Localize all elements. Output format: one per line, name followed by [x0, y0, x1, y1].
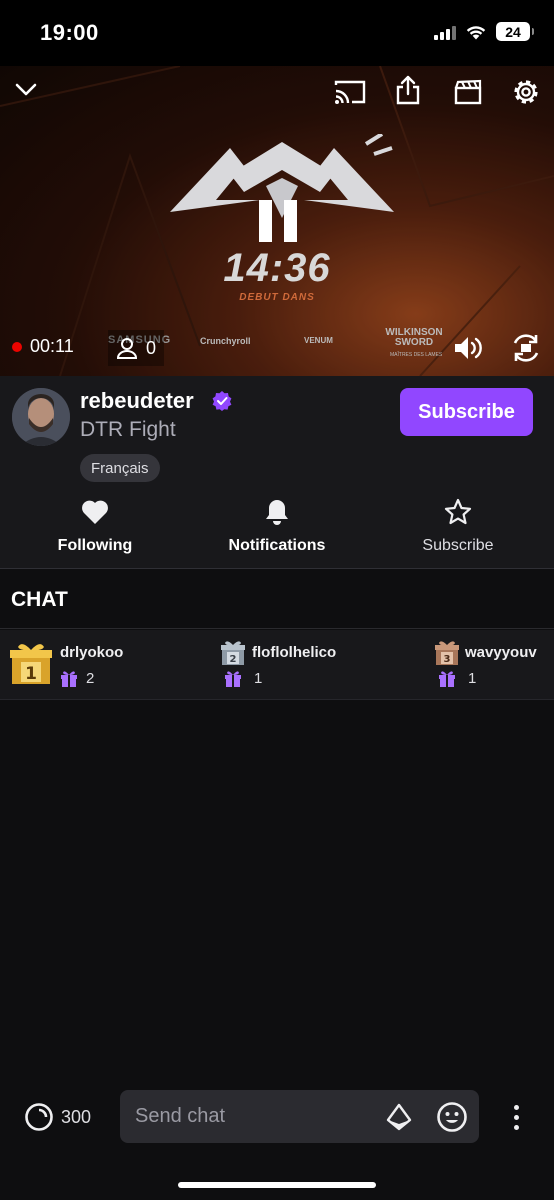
- gear-icon: [514, 80, 538, 104]
- status-icons: 24: [434, 22, 534, 41]
- gold-gift-badge-icon: 1: [10, 644, 52, 684]
- gift-leaderboard[interactable]: 1 drlyokoo 2 2 floflolhelico 1 3 wavyyou…: [0, 630, 554, 700]
- verified-badge-icon: [212, 391, 232, 411]
- leaderboard-entry[interactable]: 2 floflolhelico 1: [220, 630, 420, 700]
- bronze-gift-badge-icon: 3: [435, 641, 459, 665]
- clip-button[interactable]: [448, 72, 488, 112]
- gifter-name: floflolhelico: [252, 644, 337, 661]
- gifter-name: wavyyouv: [465, 644, 537, 661]
- channel-points-icon: [25, 1103, 53, 1131]
- gift-count-value: 2: [86, 669, 95, 687]
- cast-icon: [334, 80, 366, 104]
- emote-picker-button[interactable]: [434, 1099, 470, 1135]
- following-label: Following: [57, 537, 133, 554]
- viewer-count: 0: [108, 330, 165, 366]
- share-button[interactable]: [388, 70, 428, 110]
- countdown-timer: 14:36: [223, 246, 331, 290]
- gift-icon: [225, 671, 241, 687]
- share-icon: [396, 75, 420, 105]
- minimize-player-button[interactable]: [6, 70, 46, 110]
- wifi-icon: [466, 25, 486, 39]
- settings-button[interactable]: [506, 72, 546, 112]
- chat-header: CHAT: [0, 569, 554, 629]
- star-icon: [444, 498, 472, 525]
- elapsed-time-value: 00:11: [30, 336, 74, 356]
- notifications-button[interactable]: Notifications: [202, 496, 352, 566]
- subscribe-action-button[interactable]: Subscribe: [383, 496, 533, 566]
- smiley-icon: [437, 1102, 467, 1132]
- subscribe-action-label: Subscribe: [422, 537, 494, 554]
- gifter-name: drlyokoo: [60, 644, 124, 661]
- channel-points-value: 300: [61, 1106, 92, 1127]
- channel-points-button[interactable]: 300: [24, 1102, 91, 1132]
- channel-actions: Following Notifications Subscribe: [0, 496, 554, 566]
- chat-title: CHAT: [11, 588, 68, 611]
- heart-icon: [82, 500, 108, 524]
- silver-gift-badge-icon: 2: [221, 641, 245, 665]
- following-button[interactable]: Following: [20, 496, 170, 566]
- elapsed-time: 00:11: [12, 336, 74, 357]
- more-options-button[interactable]: [506, 1100, 526, 1134]
- svg-text:1: 1: [25, 664, 37, 684]
- sponsor-logo: VENUM: [304, 336, 333, 345]
- avatar[interactable]: [12, 388, 70, 446]
- cast-button[interactable]: [330, 72, 370, 112]
- chevron-down-icon: [15, 83, 37, 96]
- rotate-fullscreen-button[interactable]: [506, 328, 546, 368]
- gift-count-value: 1: [468, 669, 477, 687]
- dot-icon: [513, 1114, 519, 1120]
- chat-messages[interactable]: [0, 700, 554, 1080]
- gift-count-value: 1: [254, 669, 263, 687]
- gift-count: 1: [224, 669, 262, 687]
- channel-info: rebeudeter DTR Fight Français Subscribe …: [0, 376, 554, 568]
- speaker-icon: [455, 337, 482, 359]
- chat-input[interactable]: [120, 1090, 479, 1143]
- bell-icon: [266, 500, 288, 525]
- sponsor-logo: WILKINSON SWORD: [385, 327, 443, 348]
- leaderboard-entry[interactable]: 3 wavyyouv 1: [434, 630, 554, 700]
- live-dot-icon: [12, 341, 22, 352]
- language-tag[interactable]: Français: [80, 454, 160, 482]
- bits-button[interactable]: [382, 1100, 416, 1134]
- person-icon: [116, 338, 138, 359]
- leaderboard-entry[interactable]: 1 drlyokoo 2: [10, 630, 210, 700]
- battery-indicator: 24: [496, 22, 534, 41]
- sponsor-logo: Crunchyroll: [200, 336, 251, 346]
- subscribe-button[interactable]: Subscribe: [400, 388, 533, 436]
- gift-icon: [439, 671, 455, 687]
- gift-count: 2: [60, 669, 94, 687]
- pause-button[interactable]: [259, 200, 297, 242]
- video-player[interactable]: 14:36 DEBUT DANS SAMSUNG Crunchyroll VEN…: [0, 66, 554, 376]
- channel-name[interactable]: rebeudeter: [80, 388, 194, 414]
- viewer-count-value: 0: [146, 337, 157, 358]
- volume-button[interactable]: [448, 328, 488, 368]
- notifications-label: Notifications: [228, 537, 326, 554]
- sponsor-logo: MAÎTRES DES LAMES: [390, 352, 443, 358]
- clapperboard-icon: [454, 79, 482, 105]
- cellular-signal-icon: [434, 24, 456, 40]
- rotate-screen-icon: [513, 334, 539, 362]
- dot-icon: [513, 1124, 519, 1130]
- stream-title: DTR Fight: [80, 418, 176, 441]
- gift-count: 1: [438, 669, 476, 687]
- svg-text:3: 3: [444, 654, 451, 665]
- dot-icon: [513, 1104, 519, 1110]
- gift-icon: [61, 671, 77, 687]
- home-indicator[interactable]: [178, 1182, 376, 1188]
- countdown-caption: DEBUT DANS: [239, 292, 315, 303]
- bits-icon: [386, 1103, 412, 1131]
- clock: 19:00: [40, 20, 99, 45]
- status-bar: 19:00 24: [0, 0, 554, 66]
- svg-text:2: 2: [230, 654, 237, 665]
